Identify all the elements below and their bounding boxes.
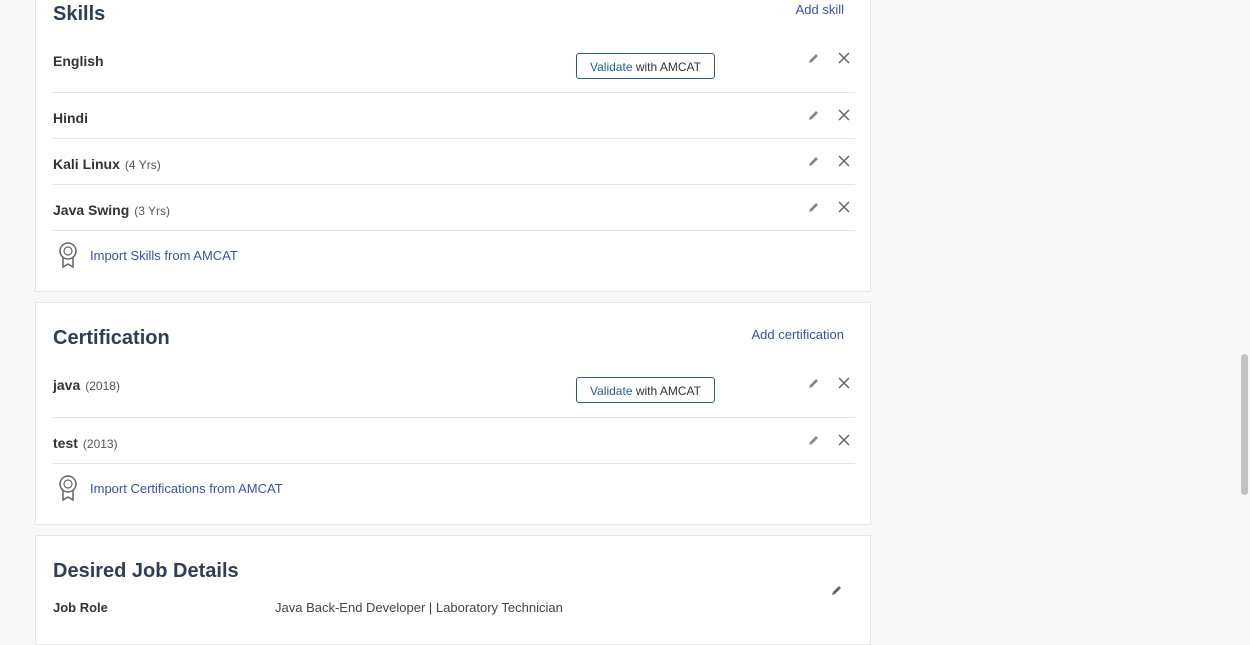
certification-meta: (2018)	[85, 379, 120, 393]
certification-row: java (2018) Validate with AMCAT	[53, 363, 855, 418]
skill-row: English Validate with AMCAT	[53, 41, 855, 93]
skill-name-text: Kali Linux	[53, 156, 120, 172]
close-icon[interactable]	[837, 108, 851, 122]
skill-meta: (4 Yrs)	[124, 158, 161, 172]
skill-name: Kali Linux (4 Yrs)	[53, 156, 161, 172]
certification-name-text: test	[53, 435, 78, 451]
skill-name: Hindi	[53, 110, 93, 126]
desired-job-title: Desired Job Details	[53, 560, 239, 582]
pencil-icon[interactable]	[807, 200, 821, 214]
skill-row: Java Swing (3 Yrs)	[53, 184, 855, 231]
close-icon[interactable]	[837, 376, 851, 390]
validate-label: Validate	[590, 384, 633, 398]
desired-job-card: Desired Job Details Job Role Java Back-E…	[35, 535, 871, 645]
award-badge-icon	[59, 475, 77, 502]
skill-name-text: English	[53, 53, 104, 69]
validate-with-amcat-button[interactable]: Validate with AMCAT	[576, 377, 715, 403]
certification-meta: (2013)	[82, 437, 118, 451]
certification-title: Certification	[53, 327, 170, 349]
import-certifications-row: Import Certifications from AMCAT	[53, 474, 855, 514]
pencil-icon[interactable]	[807, 108, 821, 122]
close-icon[interactable]	[837, 154, 851, 168]
certification-name-text: java	[53, 377, 81, 393]
skill-meta: (3 Yrs)	[134, 204, 171, 218]
scrollbar-thumb[interactable]	[1241, 354, 1248, 495]
skill-row: Hindi	[53, 92, 855, 139]
skill-name-text: Hindi	[53, 110, 88, 126]
certification-name: test (2013)	[53, 435, 118, 451]
pencil-icon[interactable]	[807, 51, 821, 65]
close-icon[interactable]	[837, 433, 851, 447]
skill-name-text: Java Swing	[53, 202, 130, 218]
import-skills-link[interactable]: Import Skills from AMCAT	[90, 248, 238, 263]
skills-title: Skills	[53, 3, 106, 25]
skills-card: Skills Add skill English Validate with A…	[35, 0, 871, 292]
certification-name: java (2018)	[53, 377, 120, 393]
pencil-icon[interactable]	[807, 154, 821, 168]
pencil-icon[interactable]	[807, 376, 821, 390]
skill-name: English	[53, 53, 109, 69]
skill-row: Kali Linux (4 Yrs)	[53, 138, 855, 185]
import-certifications-link[interactable]: Import Certifications from AMCAT	[90, 481, 283, 496]
skill-name: Java Swing (3 Yrs)	[53, 202, 170, 218]
add-certification-link[interactable]: Add certification	[752, 327, 845, 342]
import-skills-row: Import Skills from AMCAT	[53, 241, 855, 281]
add-skill-link[interactable]: Add skill	[796, 2, 844, 17]
award-badge-icon	[59, 242, 77, 269]
certification-row: test (2013)	[53, 417, 855, 464]
validate-suffix: with AMCAT	[632, 60, 701, 74]
pencil-icon[interactable]	[807, 433, 821, 447]
job-role-label: Job Role	[53, 600, 108, 615]
certification-card: Certification Add certification java (201…	[35, 302, 871, 525]
validate-with-amcat-button[interactable]: Validate with AMCAT	[576, 53, 715, 79]
close-icon[interactable]	[837, 51, 851, 65]
validate-label: Validate	[590, 60, 633, 74]
job-role-value: Java Back-End Developer | Laboratory Tec…	[275, 600, 563, 615]
close-icon[interactable]	[837, 200, 851, 214]
validate-suffix: with AMCAT	[632, 384, 701, 398]
pencil-icon[interactable]	[830, 583, 844, 597]
